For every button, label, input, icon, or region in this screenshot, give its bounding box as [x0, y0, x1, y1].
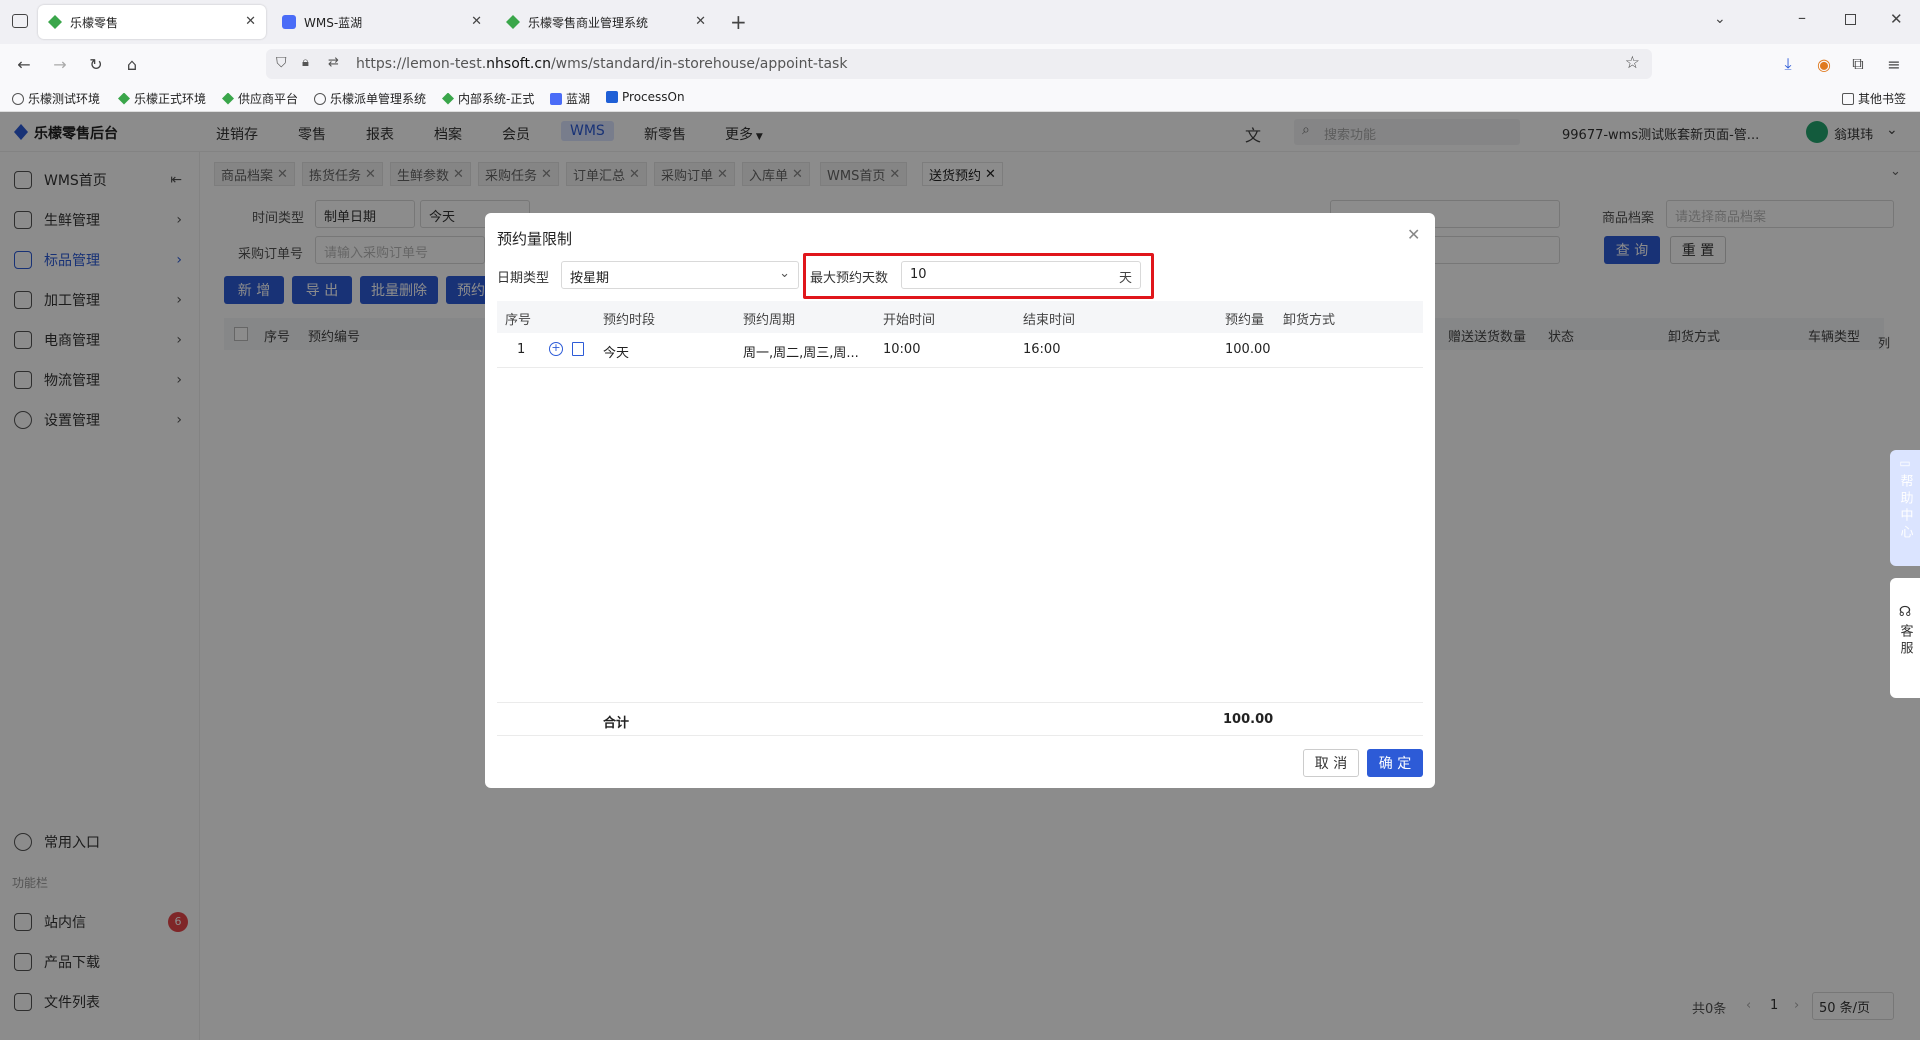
close-tab-icon[interactable]: ✕	[471, 14, 482, 29]
column-header: 预约时段	[603, 313, 656, 328]
close-window-button[interactable]: ✕	[1890, 10, 1903, 28]
globe-icon	[12, 92, 24, 105]
help-center-tab[interactable]: ▭ 帮助中心	[1890, 450, 1920, 566]
column-header: 序号	[505, 313, 532, 328]
browser-tab-lemon[interactable]: 乐檬零售 ✕	[38, 5, 266, 39]
column-header: 结束时间	[1023, 313, 1076, 328]
permissions-icon: ⇄	[328, 55, 339, 70]
processon-icon	[606, 91, 618, 103]
menu-icon[interactable]: ≡	[1882, 52, 1906, 76]
tab-list-icon[interactable]	[12, 14, 28, 28]
divider	[497, 702, 1423, 703]
other-bookmarks[interactable]: 其他书签	[1842, 90, 1906, 107]
new-tab-button[interactable]: +	[730, 10, 747, 34]
lanhu-favicon-icon	[282, 15, 296, 29]
lemon-favicon-icon	[48, 15, 62, 29]
service-label: 客服	[1897, 624, 1913, 658]
lanhu-icon	[550, 92, 562, 105]
total-label: 合计	[603, 716, 630, 731]
tab-title: 乐檬零售	[70, 15, 119, 30]
lemon-favicon-icon	[506, 15, 520, 29]
cancel-button[interactable]: 取 消	[1303, 749, 1359, 777]
home-icon[interactable]: ⌂	[120, 52, 144, 76]
bookmark-label: 蓝湖	[566, 92, 591, 106]
bookmark-label: ProcessOn	[622, 90, 685, 104]
tab-title: 乐檬零售商业管理系统	[528, 15, 649, 30]
headset-icon: ☊	[1898, 604, 1912, 620]
column-header: 卸货方式	[1283, 313, 1336, 328]
chevron-down-icon: ⌄	[779, 266, 790, 281]
restore-button[interactable]	[1845, 14, 1856, 25]
dialog-title: 预约量限制	[497, 230, 573, 248]
lock-icon: 🔒︎	[302, 55, 309, 70]
max-days-value: 10	[910, 267, 927, 282]
close-tab-icon[interactable]: ✕	[695, 14, 706, 29]
date-type-value: 按星期	[570, 271, 610, 286]
column-header: 开始时间	[883, 313, 936, 328]
bookmark-label: 内部系统-正式	[458, 92, 535, 106]
back-icon[interactable]: ←	[12, 52, 36, 76]
add-row-icon[interactable]: +	[549, 342, 563, 356]
download-icon[interactable]: ⤓	[1776, 52, 1800, 76]
bookmark-item[interactable]: ProcessOn	[606, 90, 685, 104]
url-prefix: https://lemon-test.	[356, 56, 487, 72]
row-start: 10:00	[883, 342, 921, 357]
row-period: 今天	[603, 346, 630, 361]
row-index: 1	[517, 342, 526, 357]
row-end: 16:00	[1023, 342, 1061, 357]
confirm-button[interactable]: 确 定	[1367, 749, 1423, 777]
extensions-icon[interactable]: ⧉	[1846, 52, 1870, 76]
help-icon: ▭	[1899, 456, 1911, 470]
lemon-icon	[118, 92, 130, 105]
url-domain: nhsoft.cn	[486, 56, 551, 72]
total-qty: 100.00	[1223, 712, 1274, 727]
bookmark-item[interactable]: 乐檬测试环境	[12, 90, 100, 107]
customer-service-tab[interactable]: ☊ 客服	[1890, 578, 1920, 698]
url-path: /wms/standard/in-storehouse/appoint-task	[550, 56, 848, 72]
bookmark-item[interactable]: 蓝湖	[550, 90, 590, 107]
bookmark-item[interactable]: 内部系统-正式	[442, 90, 534, 107]
minimize-button[interactable]: –	[1798, 8, 1806, 27]
divider	[497, 735, 1423, 736]
folder-icon	[1842, 92, 1854, 105]
url-bar[interactable]: ⛉ 🔒︎ ⇄ https://lemon-test. nhsoft.cn/wms/…	[266, 49, 1652, 79]
bookmark-label: 供应商平台	[238, 92, 299, 106]
column-header: 预约量	[1225, 313, 1265, 328]
browser-nav-bar: ← → ↻ ⌂ ⛉ 🔒︎ ⇄ https://lemon-test. nhsoft…	[0, 44, 1920, 84]
bookmark-item[interactable]: 乐檬正式环境	[118, 90, 206, 107]
max-days-label: 最大预约天数	[810, 271, 889, 286]
bookmark-label: 乐檬正式环境	[134, 92, 207, 106]
column-header: 预约周期	[743, 313, 796, 328]
close-icon[interactable]: ✕	[1407, 225, 1420, 244]
bookmark-item[interactable]: 乐檬派单管理系统	[314, 90, 426, 107]
profile-icon[interactable]: ◉	[1812, 52, 1836, 76]
reload-icon[interactable]: ↻	[84, 52, 108, 76]
tab-overflow-chevron-icon[interactable]: ⌄	[1714, 11, 1726, 27]
tab-title: WMS-蓝湖	[304, 15, 363, 30]
row-qty: 100.00	[1225, 342, 1271, 357]
help-center-label: 帮助中心	[1897, 474, 1913, 542]
close-tab-icon[interactable]: ✕	[245, 14, 256, 29]
date-type-label: 日期类型	[497, 271, 550, 286]
forward-icon[interactable]: →	[48, 52, 72, 76]
bookmarks-bar: 乐檬测试环境 乐檬正式环境 供应商平台 乐檬派单管理系统 内部系统-正式 蓝湖 …	[0, 84, 1920, 112]
max-days-input[interactable]: 10 天	[901, 261, 1141, 289]
bookmark-star-icon[interactable]: ☆	[1625, 53, 1640, 73]
browser-tab-wms[interactable]: WMS-蓝湖 ✕	[272, 5, 492, 39]
globe-icon	[314, 92, 326, 105]
browser-tab-bar: 乐檬零售 ✕ WMS-蓝湖 ✕ 乐檬零售商业管理系统 ✕ + ⌄ – ✕	[0, 0, 1920, 44]
lemon-icon	[442, 92, 454, 105]
date-type-select[interactable]: 按星期 ⌄	[561, 261, 799, 289]
delete-row-icon[interactable]	[572, 342, 584, 356]
lemon-icon	[222, 92, 234, 105]
unit-suffix: 天	[1118, 271, 1132, 286]
browser-tab-system[interactable]: 乐檬零售商业管理系统 ✕	[496, 5, 716, 39]
bookmark-item[interactable]: 供应商平台	[222, 90, 298, 107]
shield-icon: ⛉	[276, 55, 287, 71]
divider	[497, 367, 1423, 368]
bookmark-label: 乐檬测试环境	[28, 92, 101, 106]
bookmark-label: 乐檬派单管理系统	[330, 92, 427, 106]
appoint-limit-dialog: 预约量限制 ✕ 日期类型 按星期 ⌄ 最大预约天数 10 天 序号 预约时段 预…	[485, 213, 1435, 788]
row-cycle: 周一,周二,周三,周...	[743, 346, 859, 361]
